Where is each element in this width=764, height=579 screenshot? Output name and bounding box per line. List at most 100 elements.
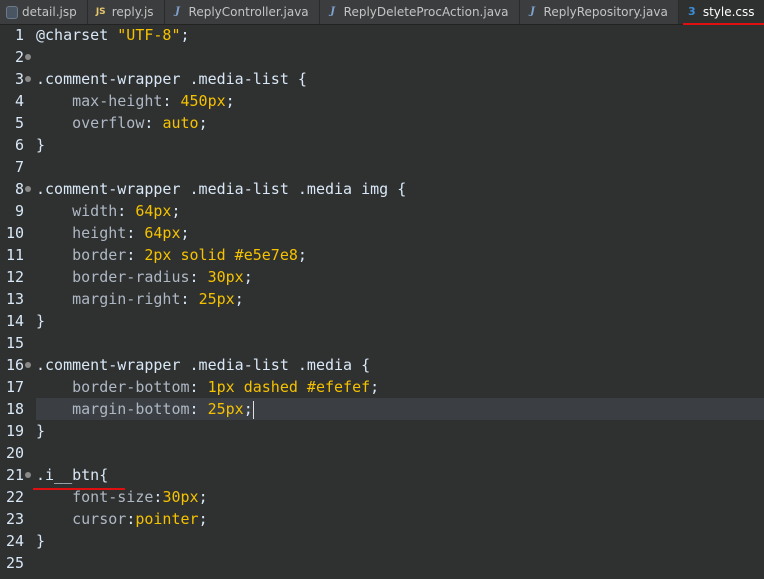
tab-detail-jsp[interactable]: detail.jsp <box>0 0 88 24</box>
code-token: ; <box>171 202 181 220</box>
line-number: 14 <box>5 312 24 330</box>
code-line: 2 <box>0 46 764 68</box>
tab-label: detail.jsp <box>22 5 77 19</box>
css-file-icon: 3 <box>687 5 696 18</box>
code-token: margin-right <box>36 290 181 308</box>
code-area[interactable]: 1 @charset "UTF-8"; 2 3 .comment-wrapper .me… <box>0 24 764 579</box>
code-token: width <box>36 202 118 220</box>
code-text: max-height: 450px; <box>36 90 235 112</box>
text-caret <box>252 400 254 419</box>
code-token: 2px solid #e5e7e8 <box>144 246 298 264</box>
code-line: 18 margin-bottom: 25px; <box>0 398 764 420</box>
code-text: border: 2px solid #e5e7e8; <box>36 244 307 266</box>
code-token: .i__btn{ <box>36 466 109 484</box>
tab-label: ReplyController.java <box>188 5 309 19</box>
code-text: border-radius: 30px; <box>36 266 253 288</box>
code-token: ; <box>243 400 253 418</box>
code-token: .comment-wrapper .media-list { <box>36 70 307 88</box>
code-token: ; <box>370 378 380 396</box>
code-text: } <box>36 134 45 156</box>
code-line: 4 max-height: 450px; <box>0 90 764 112</box>
code-token: ; <box>198 510 208 528</box>
jsp-file-icon <box>6 5 18 19</box>
code-token: 64px <box>144 224 181 242</box>
code-text: cursor:pointer; <box>36 508 208 530</box>
code-token: } <box>36 312 46 330</box>
code-text: margin-bottom: 25px; <box>36 398 254 420</box>
code-token: 30px <box>162 488 199 506</box>
java-file-icon: J <box>330 6 336 17</box>
code-line: 16 .comment-wrapper .media-list .media { <box>0 354 764 376</box>
line-number: 22 <box>5 488 24 506</box>
tab-style-css[interactable]: 3 style.css ✕ <box>678 0 764 25</box>
code-text: height: 64px; <box>36 222 189 244</box>
code-line: 1 @charset "UTF-8"; <box>0 24 764 46</box>
code-token: auto <box>162 114 199 132</box>
code-token: ; <box>198 114 208 132</box>
line-number: 20 <box>5 444 24 462</box>
code-token: "UTF-8" <box>117 26 181 44</box>
java-file-icon: J <box>175 6 180 17</box>
line-number: 7 <box>14 158 24 176</box>
fold-marker-icon[interactable] <box>25 362 31 368</box>
fold-marker-icon[interactable] <box>25 472 31 478</box>
code-token: ; <box>297 246 307 264</box>
code-line: 24} <box>0 530 764 552</box>
code-text: .i__btn{ <box>36 464 108 486</box>
tab-label: ReplyDeleteProcAction.java <box>343 5 509 19</box>
code-token: overflow <box>36 114 145 132</box>
code-text: .comment-wrapper .media-list .media { <box>36 354 370 376</box>
tab-reply-delete-proc-action[interactable]: J ReplyDeleteProcAction.java <box>320 0 520 24</box>
code-text: margin-right: 25px; <box>36 288 244 310</box>
code-token: ; <box>225 92 235 110</box>
code-text: border-bottom: 1px dashed #efefef; <box>36 376 379 398</box>
fold-marker-icon[interactable] <box>25 76 31 82</box>
code-token: : <box>144 114 163 132</box>
fold-marker-icon[interactable] <box>25 54 31 60</box>
line-number: 12 <box>5 268 24 286</box>
code-token: ; <box>180 26 190 44</box>
tab-label: reply.js <box>111 5 154 19</box>
code-token: : <box>189 400 208 418</box>
code-token: 450px <box>180 92 226 110</box>
code-line: 5 overflow: auto; <box>0 112 764 134</box>
code-line: 17 border-bottom: 1px dashed #efefef; <box>0 376 764 398</box>
code-token: .comment-wrapper .media-list .media img … <box>36 180 407 198</box>
code-token: height <box>36 224 127 242</box>
code-line: 12 border-radius: 30px; <box>0 266 764 288</box>
code-text: .comment-wrapper .media-list .media img … <box>36 178 406 200</box>
code-token: margin-bottom <box>36 400 190 418</box>
code-line: 19} <box>0 420 764 442</box>
code-token: : <box>162 92 181 110</box>
line-number: 25 <box>5 554 24 572</box>
tab-reply-controller[interactable]: J ReplyController.java <box>165 0 320 24</box>
line-number: 5 <box>14 114 24 132</box>
line-number: 16 <box>5 356 24 374</box>
tab-reply-js[interactable]: JS reply.js <box>88 0 165 24</box>
code-token: 25px <box>207 400 244 418</box>
code-text: overflow: auto; <box>36 112 208 134</box>
code-token: 64px <box>135 202 172 220</box>
line-number: 2 <box>14 48 24 66</box>
line-number: 17 <box>5 378 24 396</box>
tab-label: style.css <box>702 5 755 19</box>
code-token: 25px <box>198 290 235 308</box>
code-line: 20 <box>0 442 764 464</box>
fold-marker-icon[interactable] <box>25 186 31 192</box>
line-number: 24 <box>5 532 24 550</box>
annotation-underline <box>33 488 125 490</box>
tab-reply-repository[interactable]: J ReplyRepository.java <box>520 0 679 24</box>
code-text: @charset "UTF-8"; <box>36 24 190 46</box>
code-token: max-height <box>36 92 163 110</box>
code-line: 9 width: 64px; <box>0 200 764 222</box>
code-token: font-size <box>36 488 154 506</box>
code-text: width: 64px; <box>36 200 181 222</box>
code-text: } <box>36 420 45 442</box>
code-line: 3 .comment-wrapper .media-list { <box>0 68 764 90</box>
code-token: border <box>36 246 127 264</box>
code-editor: detail.jsp JS reply.js J ReplyController… <box>0 0 764 579</box>
code-line: 21 .i__btn{ <box>0 464 764 486</box>
line-number: 8 <box>14 180 24 198</box>
code-token: } <box>36 422 46 440</box>
code-line: 14} <box>0 310 764 332</box>
